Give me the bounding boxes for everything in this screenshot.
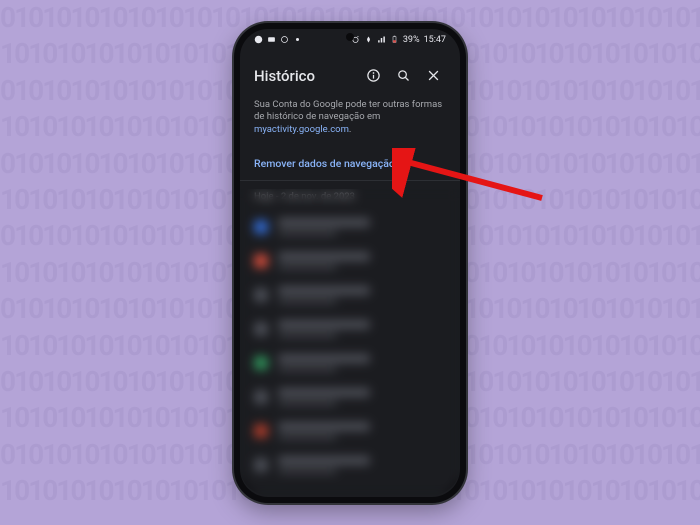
settings-status-icon bbox=[280, 35, 289, 44]
history-item-text bbox=[278, 320, 446, 338]
favicon bbox=[254, 424, 268, 438]
date-label: Hoje - 2 de nov. de 2023 bbox=[240, 189, 460, 210]
history-item-text bbox=[278, 354, 446, 372]
status-right: 39% 15:47 bbox=[351, 35, 446, 45]
favicon bbox=[254, 220, 268, 234]
history-item[interactable] bbox=[246, 346, 454, 380]
history-item[interactable] bbox=[246, 414, 454, 448]
battery-icon bbox=[390, 35, 399, 44]
dot-icon bbox=[293, 35, 302, 44]
favicon bbox=[254, 322, 268, 336]
history-item[interactable] bbox=[246, 312, 454, 346]
history-item[interactable] bbox=[246, 278, 454, 312]
myactivity-link[interactable]: myactivity.google.com bbox=[254, 124, 349, 135]
history-item-text bbox=[278, 218, 446, 236]
info-button[interactable] bbox=[358, 61, 388, 91]
history-item-text bbox=[278, 456, 446, 474]
favicon bbox=[254, 254, 268, 268]
camera-cutout bbox=[346, 33, 354, 41]
wifi-icon bbox=[364, 35, 373, 44]
favicon bbox=[254, 288, 268, 302]
close-button[interactable] bbox=[418, 61, 448, 91]
clear-browsing-data-link[interactable]: Remover dados de navegação… bbox=[240, 147, 460, 180]
notice-prefix: Sua Conta do Google pode ter outras form… bbox=[254, 99, 442, 123]
favicon bbox=[254, 390, 268, 404]
history-list bbox=[240, 210, 460, 482]
info-icon bbox=[366, 68, 381, 83]
divider bbox=[240, 180, 460, 181]
history-item[interactable] bbox=[246, 210, 454, 244]
signal-icon bbox=[377, 35, 386, 44]
whatsapp-icon bbox=[254, 35, 263, 44]
history-item-text bbox=[278, 388, 446, 406]
close-icon bbox=[426, 68, 441, 83]
history-item[interactable] bbox=[246, 244, 454, 278]
favicon bbox=[254, 356, 268, 370]
history-item-text bbox=[278, 422, 446, 440]
battery-percent: 39% bbox=[403, 35, 420, 45]
search-icon bbox=[396, 68, 411, 83]
phone-frame: 39% 15:47 Histórico Sua Conta do Google … bbox=[234, 23, 466, 503]
history-scroll[interactable]: Hoje - 2 de nov. de 2023 bbox=[240, 189, 460, 495]
notice-suffix: . bbox=[349, 124, 352, 135]
search-button[interactable] bbox=[388, 61, 418, 91]
status-left bbox=[254, 35, 302, 44]
favicon bbox=[254, 458, 268, 472]
screen: 39% 15:47 Histórico Sua Conta do Google … bbox=[240, 29, 460, 497]
page-title: Histórico bbox=[254, 67, 358, 85]
mail-icon bbox=[267, 35, 276, 44]
history-item[interactable] bbox=[246, 380, 454, 414]
status-time: 15:47 bbox=[424, 35, 446, 45]
history-item-text bbox=[278, 286, 446, 304]
history-item[interactable] bbox=[246, 448, 454, 482]
page-header: Histórico bbox=[240, 51, 460, 99]
account-activity-notice: Sua Conta do Google pode ter outras form… bbox=[240, 99, 460, 147]
history-item-text bbox=[278, 252, 446, 270]
